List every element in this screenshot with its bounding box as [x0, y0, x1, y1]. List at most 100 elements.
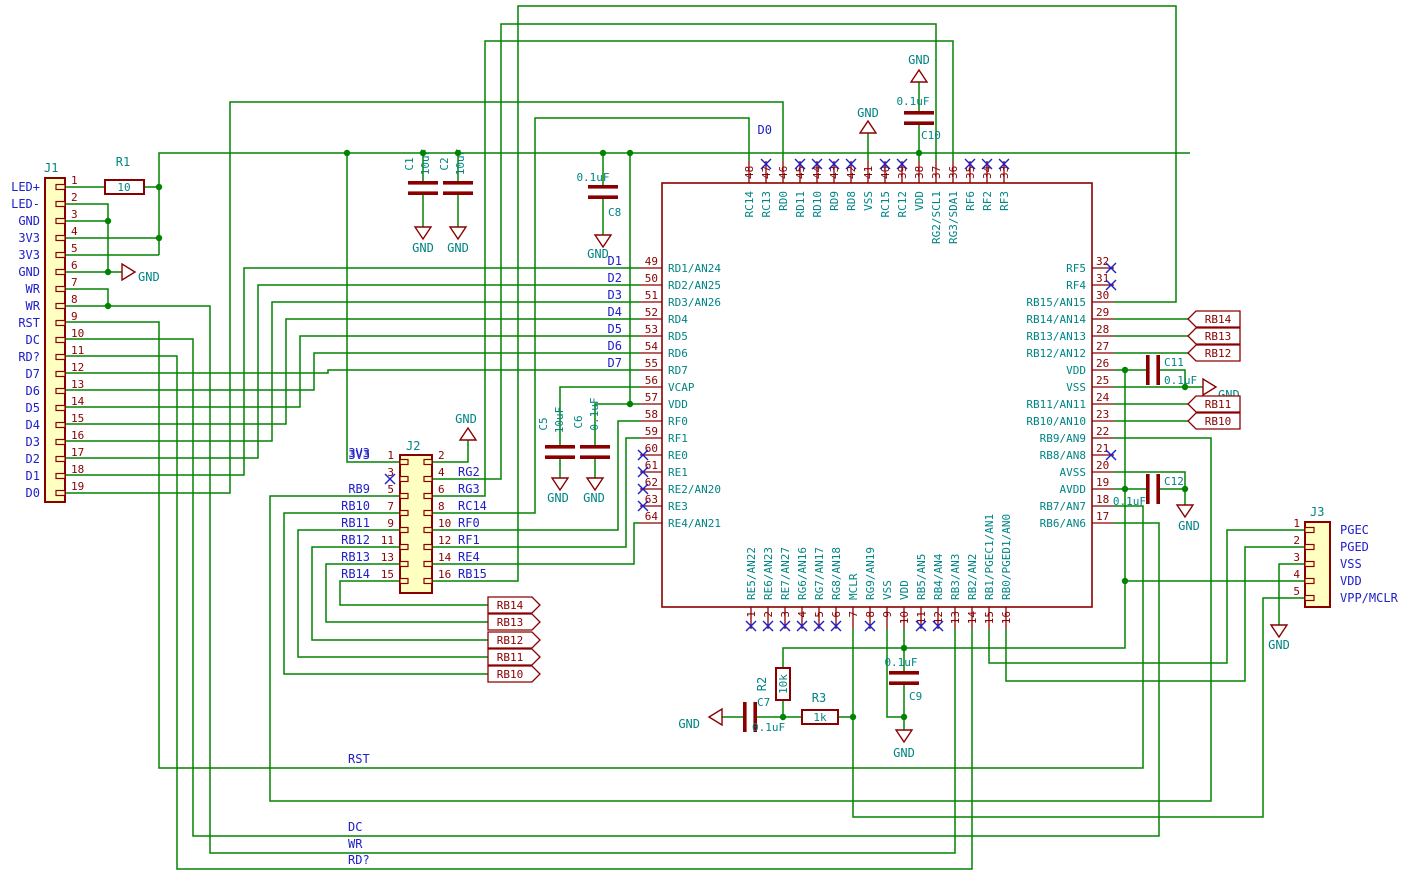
pin — [400, 460, 408, 465]
pin-name: RF6 — [964, 191, 977, 211]
net-label: PGEC — [1340, 523, 1369, 537]
pin-name: VSS — [881, 580, 894, 600]
ref-label: R2 — [755, 677, 769, 691]
global-label-RB13[interactable]: RB13 — [488, 614, 540, 630]
pin-number: 24 — [1096, 391, 1110, 404]
pin-name: RD3/AN26 — [668, 296, 721, 309]
pin — [56, 389, 65, 394]
global-label-text: RB13 — [1205, 330, 1232, 343]
capacitor-C9[interactable] — [889, 671, 919, 685]
global-label-RB11[interactable]: RB11 — [488, 649, 540, 665]
global-label-RB12[interactable]: RB12 — [1188, 345, 1240, 361]
global-label-RB14[interactable]: RB14 — [1188, 311, 1240, 327]
pin-name: RD6 — [668, 347, 688, 360]
pin-number: 4 — [438, 466, 445, 479]
cap-plate — [580, 455, 610, 459]
pin-name: RE0 — [668, 449, 688, 462]
global-label-RB11[interactable]: RB11 — [1188, 396, 1240, 412]
pin-name: RB9/AN9 — [1040, 432, 1086, 445]
pin — [56, 457, 65, 462]
ic-body[interactable] — [640, 161, 1114, 629]
cap-plate — [588, 195, 618, 199]
pin-number: 2 — [762, 611, 775, 618]
connector-J2[interactable] — [400, 455, 432, 593]
pin-name: RE5/AN22 — [745, 547, 758, 600]
pin-number: 28 — [1096, 323, 1109, 336]
pin-number: 6 — [830, 611, 843, 618]
net-label: D4 — [608, 305, 622, 319]
pin-number: 1 — [71, 174, 78, 187]
junction-dot — [420, 150, 426, 156]
pin — [400, 477, 408, 482]
value-label: 10 — [117, 181, 130, 194]
pin-number: 5 — [1293, 585, 1300, 598]
pin-name: RB15/AN15 — [1026, 296, 1086, 309]
global-label-RB14[interactable]: RB14 — [488, 597, 540, 613]
pin-name: RB5/AN5 — [915, 554, 928, 600]
pin-number: 3 — [779, 611, 792, 618]
net-label: RST — [18, 316, 40, 330]
pin-number: 9 — [881, 611, 894, 618]
connector-J1[interactable] — [45, 178, 65, 502]
pin — [56, 321, 65, 326]
global-label-text: RB10 — [497, 668, 524, 681]
pin-number: 50 — [645, 272, 658, 285]
gnd-label: GND — [587, 247, 609, 261]
junction-dot — [105, 218, 111, 224]
gnd-label: GND — [908, 53, 930, 67]
gnd-label: GND — [583, 491, 605, 505]
ref-label: C9 — [909, 690, 922, 703]
pin-name: RD0 — [777, 191, 790, 211]
capacitor-C12[interactable] — [1146, 474, 1160, 504]
pin-name: RE6/AN23 — [762, 547, 775, 600]
capacitor-C8[interactable] — [588, 185, 618, 199]
ref-label: R3 — [812, 691, 826, 705]
pin — [56, 304, 65, 309]
pin-number: 14 — [438, 551, 452, 564]
pin-number: 29 — [1096, 306, 1109, 319]
cap-plate — [1156, 355, 1160, 385]
net-label: D6 — [26, 384, 40, 398]
pin-name: RG2/SCL1 — [930, 191, 943, 244]
pin-number: 53 — [645, 323, 658, 336]
capacitor-C1[interactable] — [408, 181, 438, 195]
gnd-label: GND — [1268, 638, 1290, 652]
pin-name: AVDD — [1060, 483, 1087, 496]
pin-name: RG9/AN19 — [864, 547, 877, 600]
pin-number: 49 — [645, 255, 658, 268]
capacitor-C6[interactable] — [580, 445, 610, 459]
pin-name: RB12/AN12 — [1026, 347, 1086, 360]
pin-number: 51 — [645, 289, 658, 302]
capacitor-C10[interactable] — [904, 111, 934, 125]
gnd-symbol-icon — [595, 235, 611, 247]
capacitor-C11[interactable] — [1146, 355, 1160, 385]
schematic-canvas[interactable]: PIC32MX370F512H IC1 49RD1/AN24D150RD2/AN… — [0, 0, 1413, 878]
pin-number: 2 — [438, 449, 445, 462]
pin-number: 18 — [71, 463, 84, 476]
junction-dot — [455, 150, 461, 156]
global-label-RB13[interactable]: RB13 — [1188, 328, 1240, 344]
capacitor-C5[interactable] — [545, 445, 575, 459]
pin — [400, 494, 408, 499]
junction-dot — [850, 714, 856, 720]
net-label: D5 — [608, 322, 622, 336]
net-label: RB11 — [341, 516, 370, 530]
pin — [56, 423, 65, 428]
ref-label: C2 — [438, 157, 451, 170]
pin-number: 48 — [743, 166, 756, 179]
pin-number: 15 — [71, 412, 84, 425]
pin-number: 15 — [381, 568, 394, 581]
pin — [56, 287, 65, 292]
junction-dot — [156, 235, 162, 241]
global-label-RB10[interactable]: RB10 — [488, 666, 540, 682]
net-label: D0 — [26, 486, 40, 500]
net-label: VSS — [1340, 557, 1362, 571]
connector-J3[interactable] — [1305, 522, 1330, 607]
pin-number: 61 — [645, 459, 658, 472]
global-label-RB10[interactable]: RB10 — [1188, 413, 1240, 429]
capacitor-C2[interactable] — [443, 181, 473, 195]
net-label: RB12 — [341, 533, 370, 547]
gnd-label: GND — [547, 491, 569, 505]
global-label-RB12[interactable]: RB12 — [488, 632, 540, 648]
pin-name: VSS — [1066, 381, 1086, 394]
